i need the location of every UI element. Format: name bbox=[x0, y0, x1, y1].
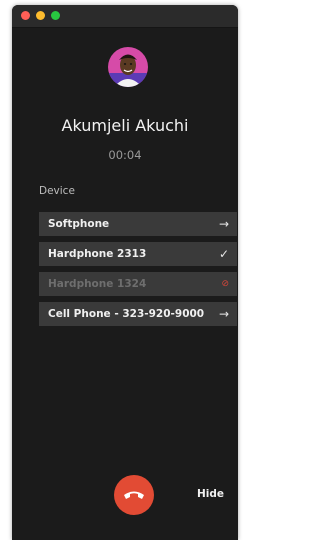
device-option-label: Hardphone 2313 bbox=[48, 248, 147, 260]
hangup-button[interactable] bbox=[114, 475, 154, 515]
device-option-softphone[interactable]: Softphone → bbox=[39, 212, 237, 236]
device-option-label: Cell Phone - 323-920-9000 bbox=[48, 308, 205, 320]
device-option-hardphone-1324: Hardphone 1324 ⊘ bbox=[39, 272, 237, 296]
device-section-label: Device bbox=[39, 185, 75, 197]
device-option-label: Hardphone 1324 bbox=[48, 278, 147, 290]
call-timer: 00:04 bbox=[108, 148, 142, 162]
caller-name: Akumjeli Akuchi bbox=[61, 116, 189, 135]
maximize-window-button[interactable] bbox=[51, 11, 60, 20]
device-option-hardphone-2313[interactable]: Hardphone 2313 ✓ bbox=[39, 242, 237, 266]
avatar bbox=[108, 47, 148, 87]
device-option-cell-phone[interactable]: Cell Phone - 323-920-9000 → bbox=[39, 302, 237, 326]
phone-hangup-icon bbox=[124, 491, 144, 499]
hide-button[interactable]: Hide bbox=[197, 488, 224, 500]
title-bar bbox=[12, 5, 238, 28]
call-window: Akumjeli Akuchi 00:04 Device Softphone →… bbox=[12, 5, 238, 540]
device-option-label: Softphone bbox=[48, 218, 110, 230]
blocked-icon: ⊘ bbox=[221, 279, 229, 289]
arrow-right-icon: → bbox=[218, 307, 229, 321]
minimize-window-button[interactable] bbox=[36, 11, 45, 20]
close-window-button[interactable] bbox=[21, 11, 30, 20]
arrow-right-icon: → bbox=[218, 217, 229, 231]
checkmark-icon: ✓ bbox=[218, 247, 229, 261]
